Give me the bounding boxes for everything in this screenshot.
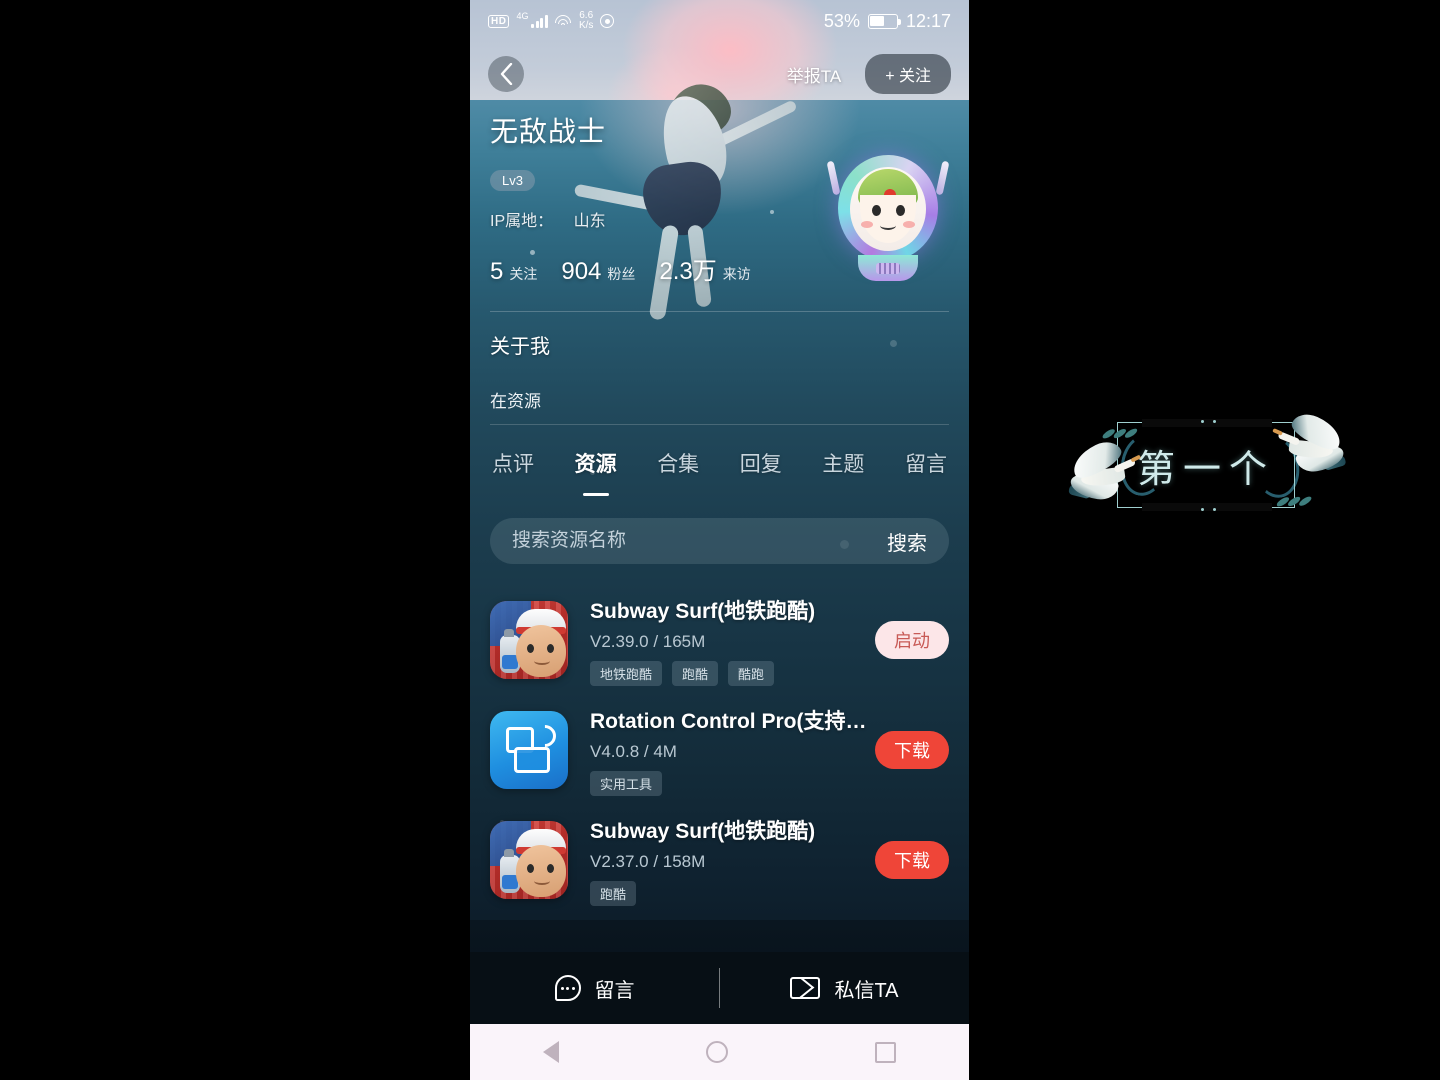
resource-meta: Subway Surf(地铁跑酷) V2.37.0 / 158M 跑酷 bbox=[590, 815, 875, 906]
notification-dot-icon bbox=[600, 14, 615, 28]
stat-label: 来访 bbox=[722, 266, 751, 282]
tag[interactable]: 跑酷 bbox=[672, 660, 719, 686]
stat-value: 5 bbox=[490, 258, 504, 285]
network-speed: 6.6 K/s bbox=[579, 11, 593, 31]
leave-comment-label: 留言 bbox=[594, 979, 635, 1002]
stat-value: 2.3万 bbox=[659, 258, 717, 285]
mouth bbox=[880, 221, 896, 230]
list-item[interactable]: Rotation Control Pro(支持地... V4.0.8 / 4M … bbox=[470, 695, 969, 805]
tag[interactable]: 酷跑 bbox=[728, 660, 775, 686]
tab-reviews[interactable]: 点评 bbox=[492, 448, 534, 482]
resource-meta: Rotation Control Pro(支持地... V4.0.8 / 4M … bbox=[590, 705, 875, 796]
download-button[interactable]: 下载 bbox=[875, 841, 949, 879]
tag[interactable]: 实用工具 bbox=[590, 770, 663, 796]
about-section: 关于我 在资源 bbox=[490, 330, 550, 412]
tag[interactable]: 地铁跑酷 bbox=[590, 660, 663, 686]
launch-button[interactable]: 启动 bbox=[875, 621, 949, 659]
private-message-button[interactable]: 私信TA bbox=[720, 974, 969, 1003]
triangle-back-icon[interactable] bbox=[543, 1041, 560, 1063]
ip-location-label: IP属地： bbox=[490, 213, 554, 230]
crane-left-icon bbox=[1051, 435, 1145, 515]
report-user-link[interactable]: 举报TA bbox=[787, 62, 841, 87]
private-message-label: 私信TA bbox=[834, 979, 899, 1002]
stat-label: 关注 bbox=[509, 266, 538, 282]
tab-resources[interactable]: 资源 bbox=[575, 448, 617, 482]
subway-surf-icon bbox=[490, 601, 568, 679]
tag[interactable]: 跑酷 bbox=[590, 880, 637, 906]
resource-tags: 地铁跑酷 跑酷 酷跑 bbox=[590, 660, 875, 686]
phone-screenshot: HD 4G 6.6 K/s 53% 12:17 举报TA + 关注 无敌战士 L… bbox=[470, 0, 969, 1080]
speed-unit: K/s bbox=[578, 20, 594, 31]
circle-home-icon[interactable] bbox=[705, 1041, 728, 1063]
chevron-left-icon bbox=[500, 63, 512, 85]
helmet-antenna-left-icon bbox=[826, 160, 841, 196]
status-bar: HD 4G 6.6 K/s 53% 12:17 bbox=[470, 0, 969, 42]
clock-label: 12:17 bbox=[905, 10, 951, 31]
divider-top bbox=[490, 311, 949, 312]
signal-bars-icon bbox=[531, 14, 548, 28]
stat-visits[interactable]: 2.3万 来访 bbox=[659, 251, 750, 286]
eye-left bbox=[872, 205, 881, 216]
search-button[interactable]: 搜索 bbox=[887, 527, 927, 556]
stat-value: 904 bbox=[561, 258, 602, 285]
search-input[interactable] bbox=[512, 530, 887, 552]
about-title: 关于我 bbox=[490, 336, 550, 358]
wifi-icon bbox=[555, 14, 572, 28]
envelope-icon bbox=[790, 977, 821, 999]
top-navigation-bar: 举报TA + 关注 bbox=[470, 50, 969, 98]
follow-button[interactable]: + 关注 bbox=[865, 54, 951, 94]
blush-left bbox=[861, 221, 873, 228]
resource-version: V2.37.0 / 158M bbox=[590, 851, 706, 871]
stat-following[interactable]: 5 关注 bbox=[490, 258, 537, 286]
square-recents-icon[interactable] bbox=[874, 1041, 896, 1063]
network-type-label: 4G bbox=[516, 11, 529, 21]
eye-right bbox=[896, 205, 905, 216]
crane-right-icon bbox=[1270, 408, 1362, 487]
level-badge: Lv3 bbox=[490, 170, 535, 191]
battery-icon bbox=[867, 13, 901, 29]
about-text: 在资源 bbox=[490, 392, 541, 411]
helmet-antenna-right-icon bbox=[935, 160, 950, 196]
download-button[interactable]: 下载 bbox=[875, 731, 949, 769]
stat-label: 粉丝 bbox=[607, 266, 636, 282]
avatar[interactable] bbox=[824, 143, 952, 291]
tab-replies[interactable]: 回复 bbox=[740, 448, 782, 482]
resource-version: V4.0.8 / 4M bbox=[590, 741, 677, 761]
resource-title: Subway Surf(地铁跑酷) bbox=[590, 599, 816, 623]
back-button[interactable] bbox=[488, 56, 524, 92]
resource-meta: Subway Surf(地铁跑酷) V2.39.0 / 165M 地铁跑酷 跑酷… bbox=[590, 595, 875, 686]
rotation-control-icon bbox=[490, 711, 568, 789]
tab-collections[interactable]: 合集 bbox=[657, 448, 699, 482]
list-item[interactable]: Subway Surf(地铁跑酷) V2.37.0 / 158M 跑酷 下载 bbox=[470, 805, 969, 915]
android-navigation-bar bbox=[470, 1024, 969, 1080]
blush-right bbox=[903, 221, 915, 228]
comment-bubble-icon bbox=[554, 975, 581, 1001]
screen-root: HD 4G 6.6 K/s 53% 12:17 举报TA + 关注 无敌战士 L… bbox=[0, 0, 1440, 1080]
hd-icon: HD bbox=[488, 14, 510, 28]
resource-list: Subway Surf(地铁跑酷) V2.39.0 / 165M 地铁跑酷 跑酷… bbox=[470, 585, 969, 915]
subway-surf-icon bbox=[490, 821, 568, 899]
suit-grill bbox=[876, 263, 900, 274]
decorative-watermark: 第一个 bbox=[1055, 408, 1355, 523]
divider-tabs bbox=[490, 424, 949, 425]
leave-comment-button[interactable]: 留言 bbox=[470, 974, 719, 1003]
resource-tags: 实用工具 bbox=[590, 770, 875, 796]
resource-version: V2.39.0 / 165M bbox=[590, 631, 706, 651]
stat-followers[interactable]: 904 粉丝 bbox=[561, 258, 635, 286]
battery-percent-label: 53% bbox=[823, 10, 860, 31]
tab-bar: 点评 资源 合集 回复 主题 留言 bbox=[470, 438, 969, 492]
tab-topics[interactable]: 主题 bbox=[822, 448, 864, 482]
resource-title: Subway Surf(地铁跑酷) bbox=[590, 819, 816, 843]
resource-title: Rotation Control Pro(支持地... bbox=[590, 709, 875, 733]
ip-location-value: 山东 bbox=[573, 213, 606, 230]
list-item[interactable]: Subway Surf(地铁跑酷) V2.39.0 / 165M 地铁跑酷 跑酷… bbox=[470, 585, 969, 695]
tab-messages[interactable]: 留言 bbox=[905, 448, 947, 482]
resource-tags: 跑酷 bbox=[590, 880, 875, 906]
bottom-action-bar: 留言 私信TA bbox=[470, 952, 969, 1024]
search-bar: 搜索 bbox=[490, 518, 949, 564]
